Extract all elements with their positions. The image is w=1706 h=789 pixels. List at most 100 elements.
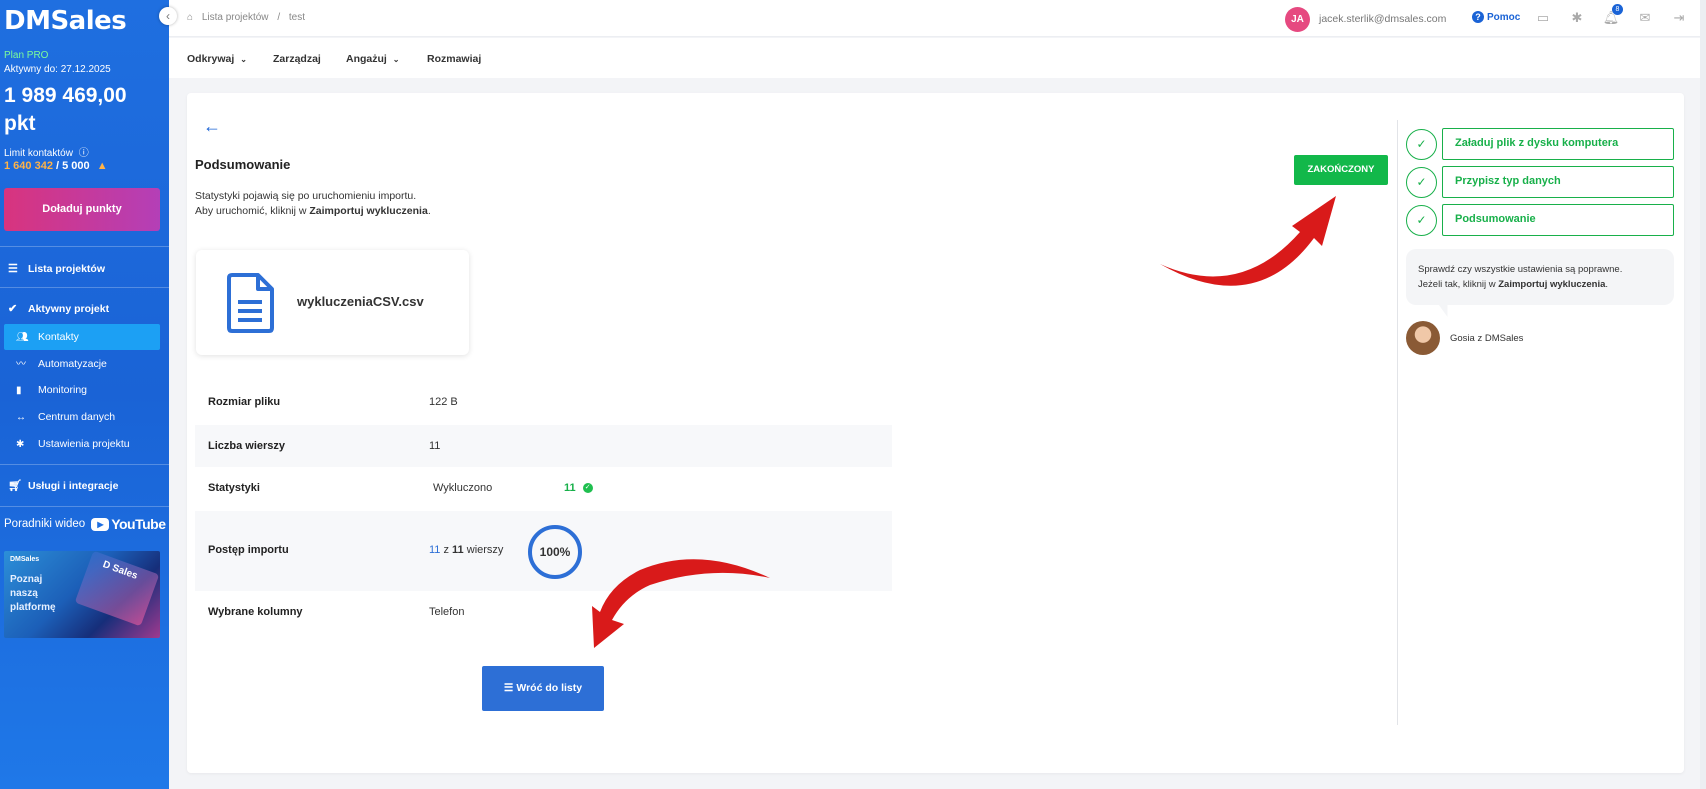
sidebar: DMSales Plan PRO Aktywny do: 27.12.2025 … [0, 0, 169, 789]
sidebar-item-services[interactable]: 🛒︎ Usługi i integracje [0, 473, 169, 499]
list-icon: ☰ [8, 263, 18, 275]
promo-decoration [74, 551, 160, 627]
dmsales-logo[interactable]: DMSales [4, 6, 127, 36]
file-size-label: Rozmiar pliku [208, 396, 281, 408]
checkmark-icon: ✔ [8, 303, 18, 315]
play-icon: ▶ [91, 517, 110, 531]
file-size-value: 122 B [429, 396, 458, 408]
document-icon [227, 273, 274, 333]
progress-label: Postęp importu [208, 544, 289, 556]
status-badge: ZAKOŃCZONY [1294, 155, 1388, 185]
list-icon: ☰ [503, 682, 514, 694]
collapse-sidebar-button[interactable]: ‹ [159, 7, 177, 25]
assistant-text: Jeżeli tak, kliknij w [1418, 279, 1499, 290]
step-label: Załaduj plik z dysku komputera [1442, 128, 1674, 160]
back-to-list-button[interactable]: ☰ Wróć do listy [482, 666, 604, 711]
page-title: Podsumowanie [195, 157, 291, 172]
sidebar-item-active-project[interactable]: ✔ Aktywny projekt [0, 296, 169, 322]
info-icon[interactable]: ⓘ [79, 148, 89, 159]
panel-divider [1397, 120, 1398, 725]
sidebar-item-monitoring[interactable]: ▮ Monitoring [4, 377, 160, 403]
platform-promo-banner[interactable]: D Sales DMSales Poznaj naszą platformę [4, 551, 160, 638]
menu-label: Angażuj [346, 53, 387, 65]
promo-line: Poznaj [10, 574, 43, 585]
settings-gear-icon[interactable]: ✱ [1566, 8, 1588, 28]
bell-icon[interactable]: 🔔︎ 8 [1600, 4, 1623, 28]
points-balance: 1 989 469,00 pkt [4, 84, 127, 135]
scrollbar[interactable] [1700, 0, 1706, 789]
home-icon[interactable]: ⌂ [187, 12, 193, 23]
topup-points-button[interactable]: Doładuj punkty [4, 188, 160, 231]
user-email[interactable]: jacek.sterlik@dmsales.com [1319, 13, 1446, 25]
billing-icon[interactable]: ▭ [1532, 8, 1554, 28]
main-menu: Odkrywaj ⌄ Zarządzaj Angażuj ⌄ Rozmawiaj [169, 38, 1706, 78]
columns-label: Wybrane kolumny [208, 606, 303, 618]
instruction-text: Aby uruchomić, kliknij w [195, 205, 310, 217]
trend-icon: 〰 [16, 359, 26, 370]
menu-engage[interactable]: Angażuj ⌄ [346, 53, 399, 65]
step-summary[interactable]: ✓ Podsumowanie [1406, 204, 1674, 236]
video-guides-link[interactable]: Poradniki wideo ▶ YouTube [4, 516, 166, 532]
help-button[interactable]: ? Pomoc [1472, 11, 1520, 23]
assistant-message: Sprawdź czy wszystkie ustawienia są popr… [1406, 249, 1674, 305]
sidebar-item-label: Centrum danych [38, 411, 116, 423]
sidebar-item-label: Lista projektów [28, 263, 106, 275]
mail-icon[interactable]: ✉ [1634, 8, 1656, 28]
sidebar-item-projects[interactable]: ☰ Lista projektów [0, 256, 169, 282]
sidebar-item-data-center[interactable]: ↔ Centrum danych [4, 404, 160, 430]
gear-icon: ✱ [16, 439, 25, 450]
contacts-icon: 👥︎ [16, 332, 29, 343]
sidebar-divider [0, 246, 169, 247]
check-icon: ✓ [1406, 129, 1437, 160]
check-icon: ✓ [1406, 205, 1437, 236]
promo-line: platformę [10, 602, 56, 613]
logout-icon[interactable]: ⇥ [1668, 8, 1690, 28]
progress-ring: 100% [528, 525, 582, 579]
row-import-progress: Postęp importu 11 z 11 wierszy 100% [195, 511, 892, 591]
step-upload-file[interactable]: ✓ Załaduj plik z dysku komputera [1406, 128, 1674, 160]
menu-manage[interactable]: Zarządzaj [273, 53, 321, 65]
file-name: wykluczeniaCSV.csv [297, 294, 424, 309]
sidebar-item-label: Kontakty [38, 331, 79, 343]
plan-label: Plan PRO [4, 50, 49, 61]
row-count-label: Liczba wierszy [208, 440, 286, 452]
instruction-end: . [427, 205, 431, 217]
warning-icon: ▲ [96, 160, 108, 172]
assistant-avatar [1406, 321, 1440, 355]
menu-talk[interactable]: Rozmawiaj [427, 53, 481, 65]
sidebar-item-project-settings[interactable]: ✱ Ustawienia projektu [4, 431, 160, 457]
back-arrow-icon[interactable]: ← [203, 116, 221, 137]
sidebar-item-label: Automatyzacje [38, 358, 107, 370]
columns-value: Telefon [429, 606, 465, 618]
breadcrumb-projects[interactable]: Lista projektów [202, 12, 269, 23]
menu-label: Odkrywaj [187, 53, 235, 65]
instruction-action: Zaimportuj wykluczenia [309, 205, 428, 217]
plan-active-until: Aktywny do: 27.12.2025 [4, 64, 111, 75]
progress-of: z [443, 544, 449, 556]
breadcrumb-current: test [288, 12, 305, 23]
sidebar-item-automations[interactable]: 〰 Automatyzacje [4, 351, 160, 377]
row-statistics: Statystyki Wykluczono 11 ✓ [195, 467, 892, 511]
top-bar: ⌂ Lista projektów / test JA jacek.sterli… [169, 0, 1706, 37]
promo-brand: DMSales [10, 556, 40, 563]
excluded-label: Wykluczono [433, 482, 493, 494]
help-label: Pomoc [1487, 12, 1521, 23]
step-assign-data-type[interactable]: ✓ Przypisz typ danych [1406, 166, 1674, 198]
sidebar-divider [0, 464, 169, 465]
row-selected-columns: Wybrane kolumny Telefon [195, 591, 892, 633]
promo-text: Poznaj naszą platformę [10, 573, 56, 615]
sidebar-divider [0, 287, 169, 288]
sidebar-item-label: Ustawienia projektu [38, 438, 130, 450]
progress-total: 11 [452, 544, 464, 556]
avatar[interactable]: JA [1285, 7, 1310, 32]
contact-limit-text: Limit kontaktów [4, 148, 73, 159]
chevron-down-icon: ⌄ [240, 55, 247, 64]
sidebar-item-contacts[interactable]: 👥︎ Kontakty [4, 324, 160, 350]
menu-discover[interactable]: Odkrywaj ⌄ [187, 53, 247, 65]
statistics-label: Statystyki [208, 482, 260, 494]
promo-line: naszą [10, 588, 38, 599]
uploaded-file-card: wykluczeniaCSV.csv [196, 250, 469, 355]
contact-limit-used: 1 640 342 [4, 160, 53, 172]
notification-badge: 8 [1612, 4, 1623, 15]
step-label: Podsumowanie [1442, 204, 1674, 236]
